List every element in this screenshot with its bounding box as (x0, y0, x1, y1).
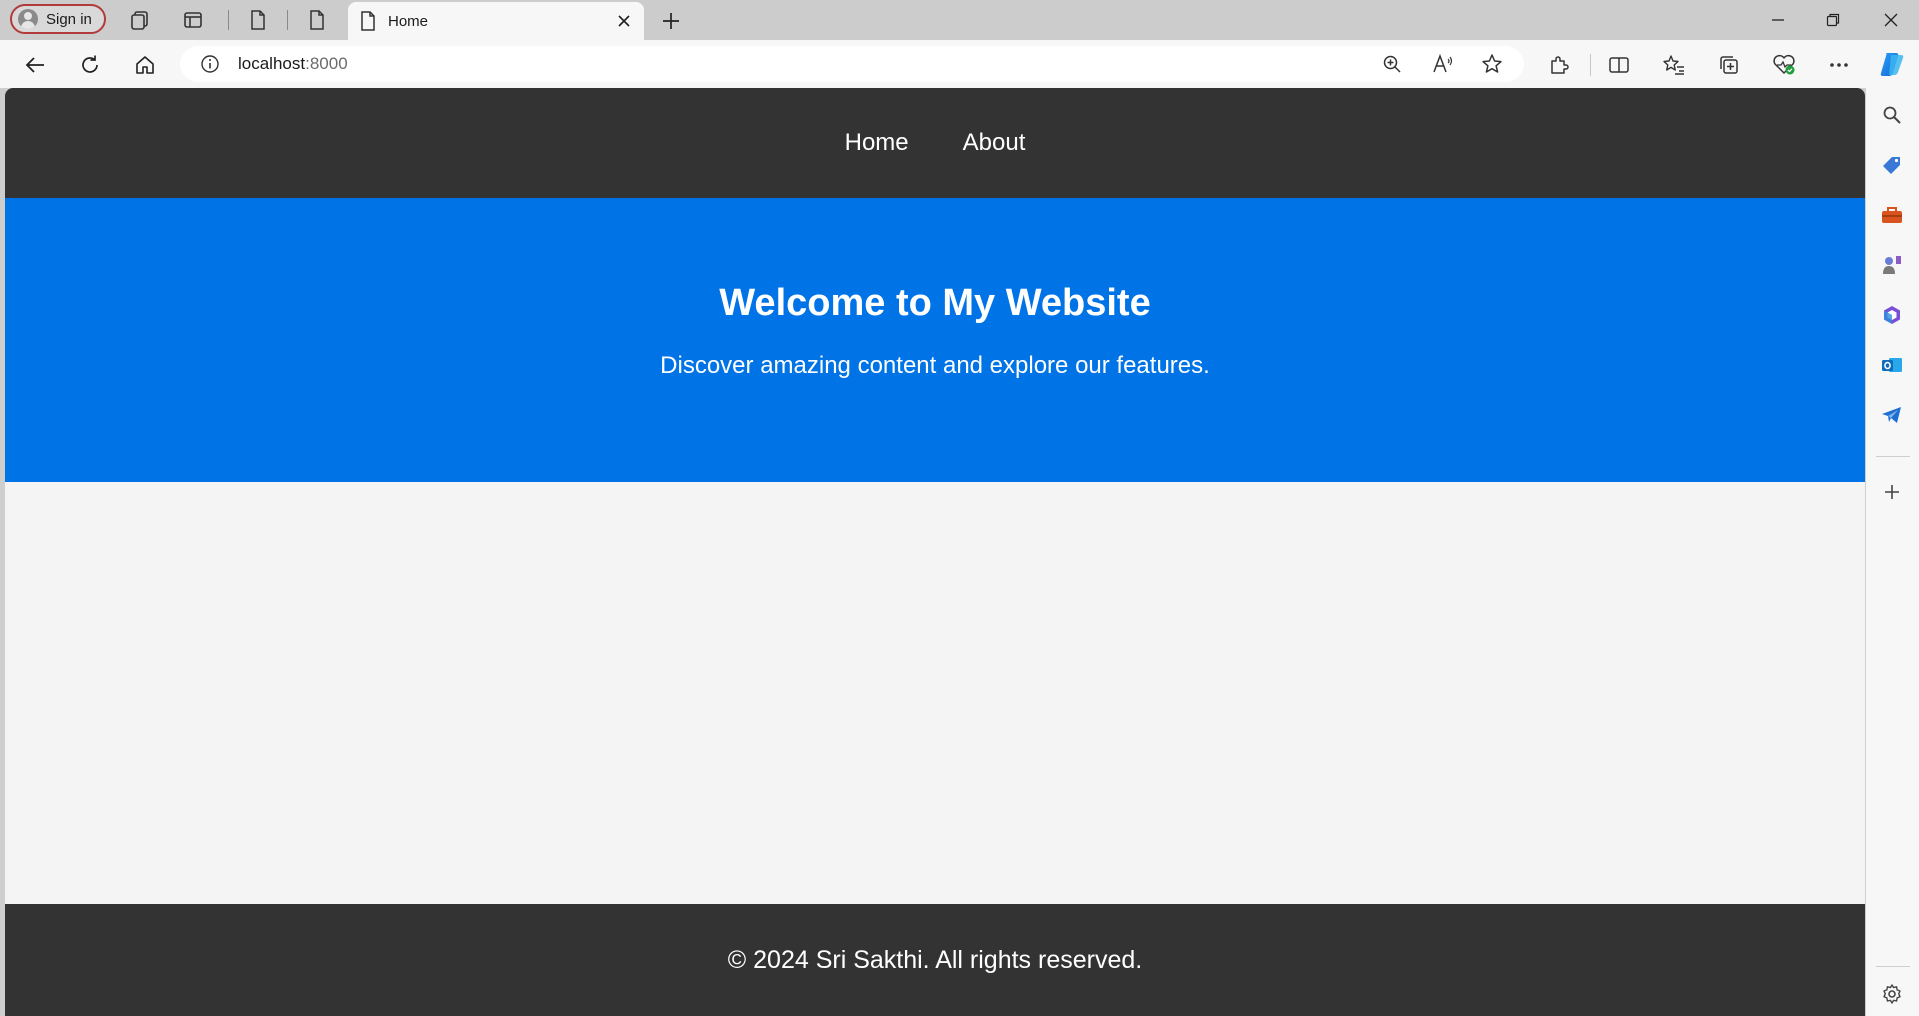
copilot-icon[interactable] (1876, 48, 1908, 80)
browser-toolbar: localhost:8000 (0, 40, 1919, 88)
site-info-icon[interactable] (200, 54, 220, 74)
sidebar-divider (1876, 456, 1910, 457)
outlook-icon[interactable] (1876, 349, 1908, 381)
shopping-icon[interactable] (1876, 149, 1908, 181)
toolbar-divider (1590, 54, 1591, 76)
split-screen-icon[interactable] (1604, 50, 1634, 80)
main-content (5, 482, 1865, 904)
browser-window: Sign in Home localhost:8000 Home About W… (0, 0, 1919, 1016)
settings-icon[interactable] (1876, 978, 1908, 1010)
microsoft365-icon[interactable] (1876, 299, 1908, 331)
minimize-icon[interactable] (1755, 6, 1801, 34)
tools-icon[interactable] (1876, 199, 1908, 231)
games-icon[interactable] (1876, 249, 1908, 281)
hero-subtitle: Discover amazing content and explore our… (660, 352, 1210, 379)
hero-section: Welcome to My Website Discover amazing c… (5, 198, 1865, 482)
home-icon[interactable] (130, 50, 160, 80)
add-icon[interactable] (1876, 476, 1908, 508)
tab-strip: Sign in Home (0, 0, 1919, 40)
back-icon[interactable] (20, 50, 50, 80)
favorites-icon[interactable] (1659, 50, 1689, 80)
sign-in-button[interactable]: Sign in (10, 4, 106, 34)
search-icon[interactable] (1876, 99, 1908, 131)
more-icon[interactable] (1824, 50, 1854, 80)
sign-in-label: Sign in (46, 10, 92, 28)
page-viewport: Home About Welcome to My Website Discove… (5, 88, 1865, 1016)
page-icon[interactable] (246, 8, 270, 32)
collections-icon[interactable] (1714, 50, 1744, 80)
site-navbar: Home About (5, 88, 1865, 198)
profile-icon (18, 9, 38, 29)
vertical-tabs-icon[interactable] (181, 8, 205, 32)
favorite-star-icon[interactable] (1477, 49, 1507, 79)
footer-copyright: © 2024 Sri Sakthi. All rights reserved. (727, 945, 1143, 974)
tab-title: Home (388, 12, 429, 30)
url-text[interactable]: localhost:8000 (238, 54, 1524, 74)
close-window-icon[interactable] (1868, 6, 1914, 34)
restore-icon[interactable] (1810, 6, 1856, 34)
read-aloud-icon[interactable] (1428, 49, 1458, 79)
telegram-icon[interactable] (1876, 399, 1908, 431)
refresh-icon[interactable] (75, 50, 105, 80)
new-tab-button[interactable] (658, 8, 684, 34)
hero-title: Welcome to My Website (719, 282, 1151, 324)
tab-home[interactable]: Home (348, 2, 644, 40)
site-footer: © 2024 Sri Sakthi. All rights reserved. (5, 904, 1865, 1016)
address-bar[interactable]: localhost:8000 (180, 46, 1524, 82)
workspaces-icon[interactable] (128, 8, 152, 32)
extensions-icon[interactable] (1544, 50, 1574, 80)
browser-essentials-icon[interactable] (1769, 50, 1799, 80)
url-host: localhost (238, 54, 306, 73)
zoom-icon[interactable] (1377, 49, 1407, 79)
url-port: :8000 (305, 54, 348, 73)
tab-separator (287, 10, 288, 30)
page-icon[interactable] (305, 8, 329, 32)
nav-link-about[interactable]: About (963, 129, 1026, 157)
tab-separator (228, 10, 229, 30)
page-icon (360, 11, 376, 31)
close-tab-icon[interactable] (612, 9, 636, 33)
sidebar-divider (1876, 966, 1910, 967)
nav-link-home[interactable]: Home (845, 129, 909, 157)
edge-sidebar (1866, 88, 1919, 1016)
